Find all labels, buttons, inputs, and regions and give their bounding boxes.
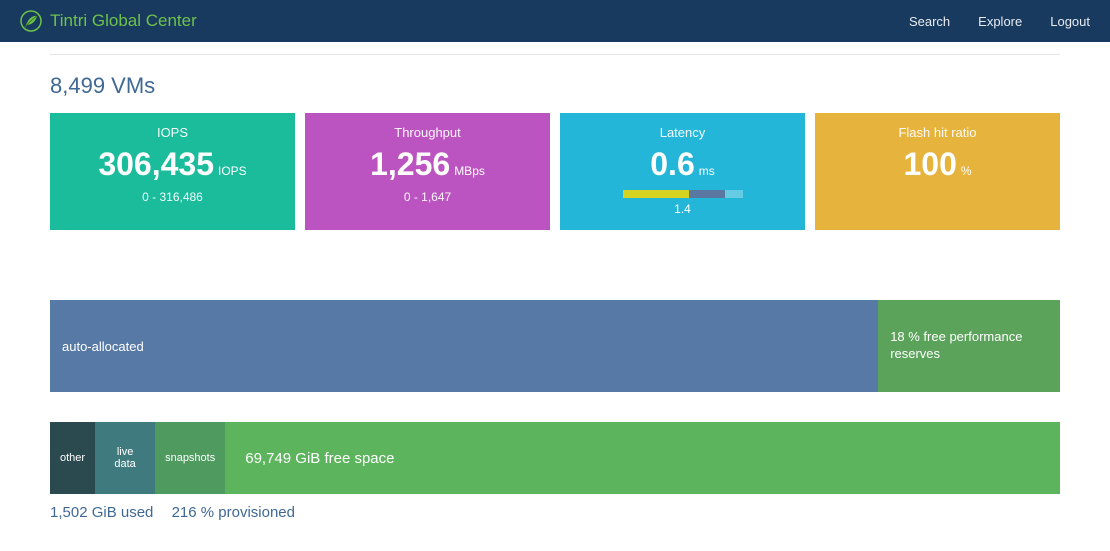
divider [50, 54, 1060, 55]
vm-count: 8,499 VMs [50, 73, 1060, 99]
card-throughput[interactable]: Throughput 1,256 MBps 0 - 1,647 [305, 113, 550, 230]
card-flash-title: Flash hit ratio [898, 125, 976, 140]
nav-search[interactable]: Search [909, 14, 950, 29]
latency-breakdown-bar [623, 190, 743, 198]
card-thru-range: 0 - 1,647 [404, 190, 451, 204]
card-flash-value: 100 [903, 148, 956, 180]
card-latency[interactable]: Latency 0.6 ms 1.4 [560, 113, 805, 230]
space-used: 1,502 GiB used [50, 504, 153, 521]
card-lat-value: 0.6 [650, 148, 694, 180]
brand-text: Tintri Global Center [50, 11, 197, 31]
latency-bar-value: 1.4 [674, 202, 691, 216]
space-free-label: 69,749 GiB free space [245, 450, 394, 467]
space-free[interactable]: 69,749 GiB free space [225, 422, 1060, 494]
space-summary: 1,502 GiB used 216 % provisioned [50, 504, 1060, 521]
space-provisioned: 216 % provisioned [172, 504, 295, 521]
space-snapshots[interactable]: snapshots [155, 422, 225, 494]
brand-leaf-icon [20, 10, 42, 32]
metric-cards: IOPS 306,435 IOPS 0 - 316,486 Throughput… [50, 113, 1060, 230]
card-thru-title: Throughput [394, 125, 461, 140]
perf-auto-label: auto-allocated [62, 339, 144, 354]
card-flash-hit[interactable]: Flash hit ratio 100 % [815, 113, 1060, 230]
card-iops-range: 0 - 316,486 [142, 190, 203, 204]
nav: Search Explore Logout [909, 14, 1090, 29]
card-flash-unit: % [961, 164, 972, 178]
perf-free-reserves[interactable]: 18 % free performance reserves [878, 300, 1060, 392]
brand[interactable]: Tintri Global Center [20, 10, 197, 32]
nav-logout[interactable]: Logout [1050, 14, 1090, 29]
card-thru-value: 1,256 [370, 148, 450, 180]
performance-bar: auto-allocated 18 % free performance res… [50, 300, 1060, 392]
card-iops-unit: IOPS [218, 164, 247, 178]
space-other-label: other [60, 452, 85, 464]
space-other[interactable]: other [50, 422, 95, 494]
card-lat-unit: ms [699, 164, 715, 178]
space-live-label: live data [105, 446, 145, 470]
space-live-data[interactable]: live data [95, 422, 155, 494]
latency-seg-2 [689, 190, 725, 198]
card-iops-value: 306,435 [98, 148, 214, 180]
perf-auto-allocated[interactable]: auto-allocated [50, 300, 878, 392]
space-bar: other live data snapshots 69,749 GiB fre… [50, 422, 1060, 494]
card-lat-title: Latency [660, 125, 706, 140]
space-snap-label: snapshots [165, 452, 215, 464]
perf-free-label: 18 % free performance reserves [890, 329, 1048, 363]
card-thru-unit: MBps [454, 164, 485, 178]
nav-explore[interactable]: Explore [978, 14, 1022, 29]
card-iops[interactable]: IOPS 306,435 IOPS 0 - 316,486 [50, 113, 295, 230]
card-iops-title: IOPS [157, 125, 188, 140]
latency-seg-1 [623, 190, 689, 198]
top-bar: Tintri Global Center Search Explore Logo… [0, 0, 1110, 42]
